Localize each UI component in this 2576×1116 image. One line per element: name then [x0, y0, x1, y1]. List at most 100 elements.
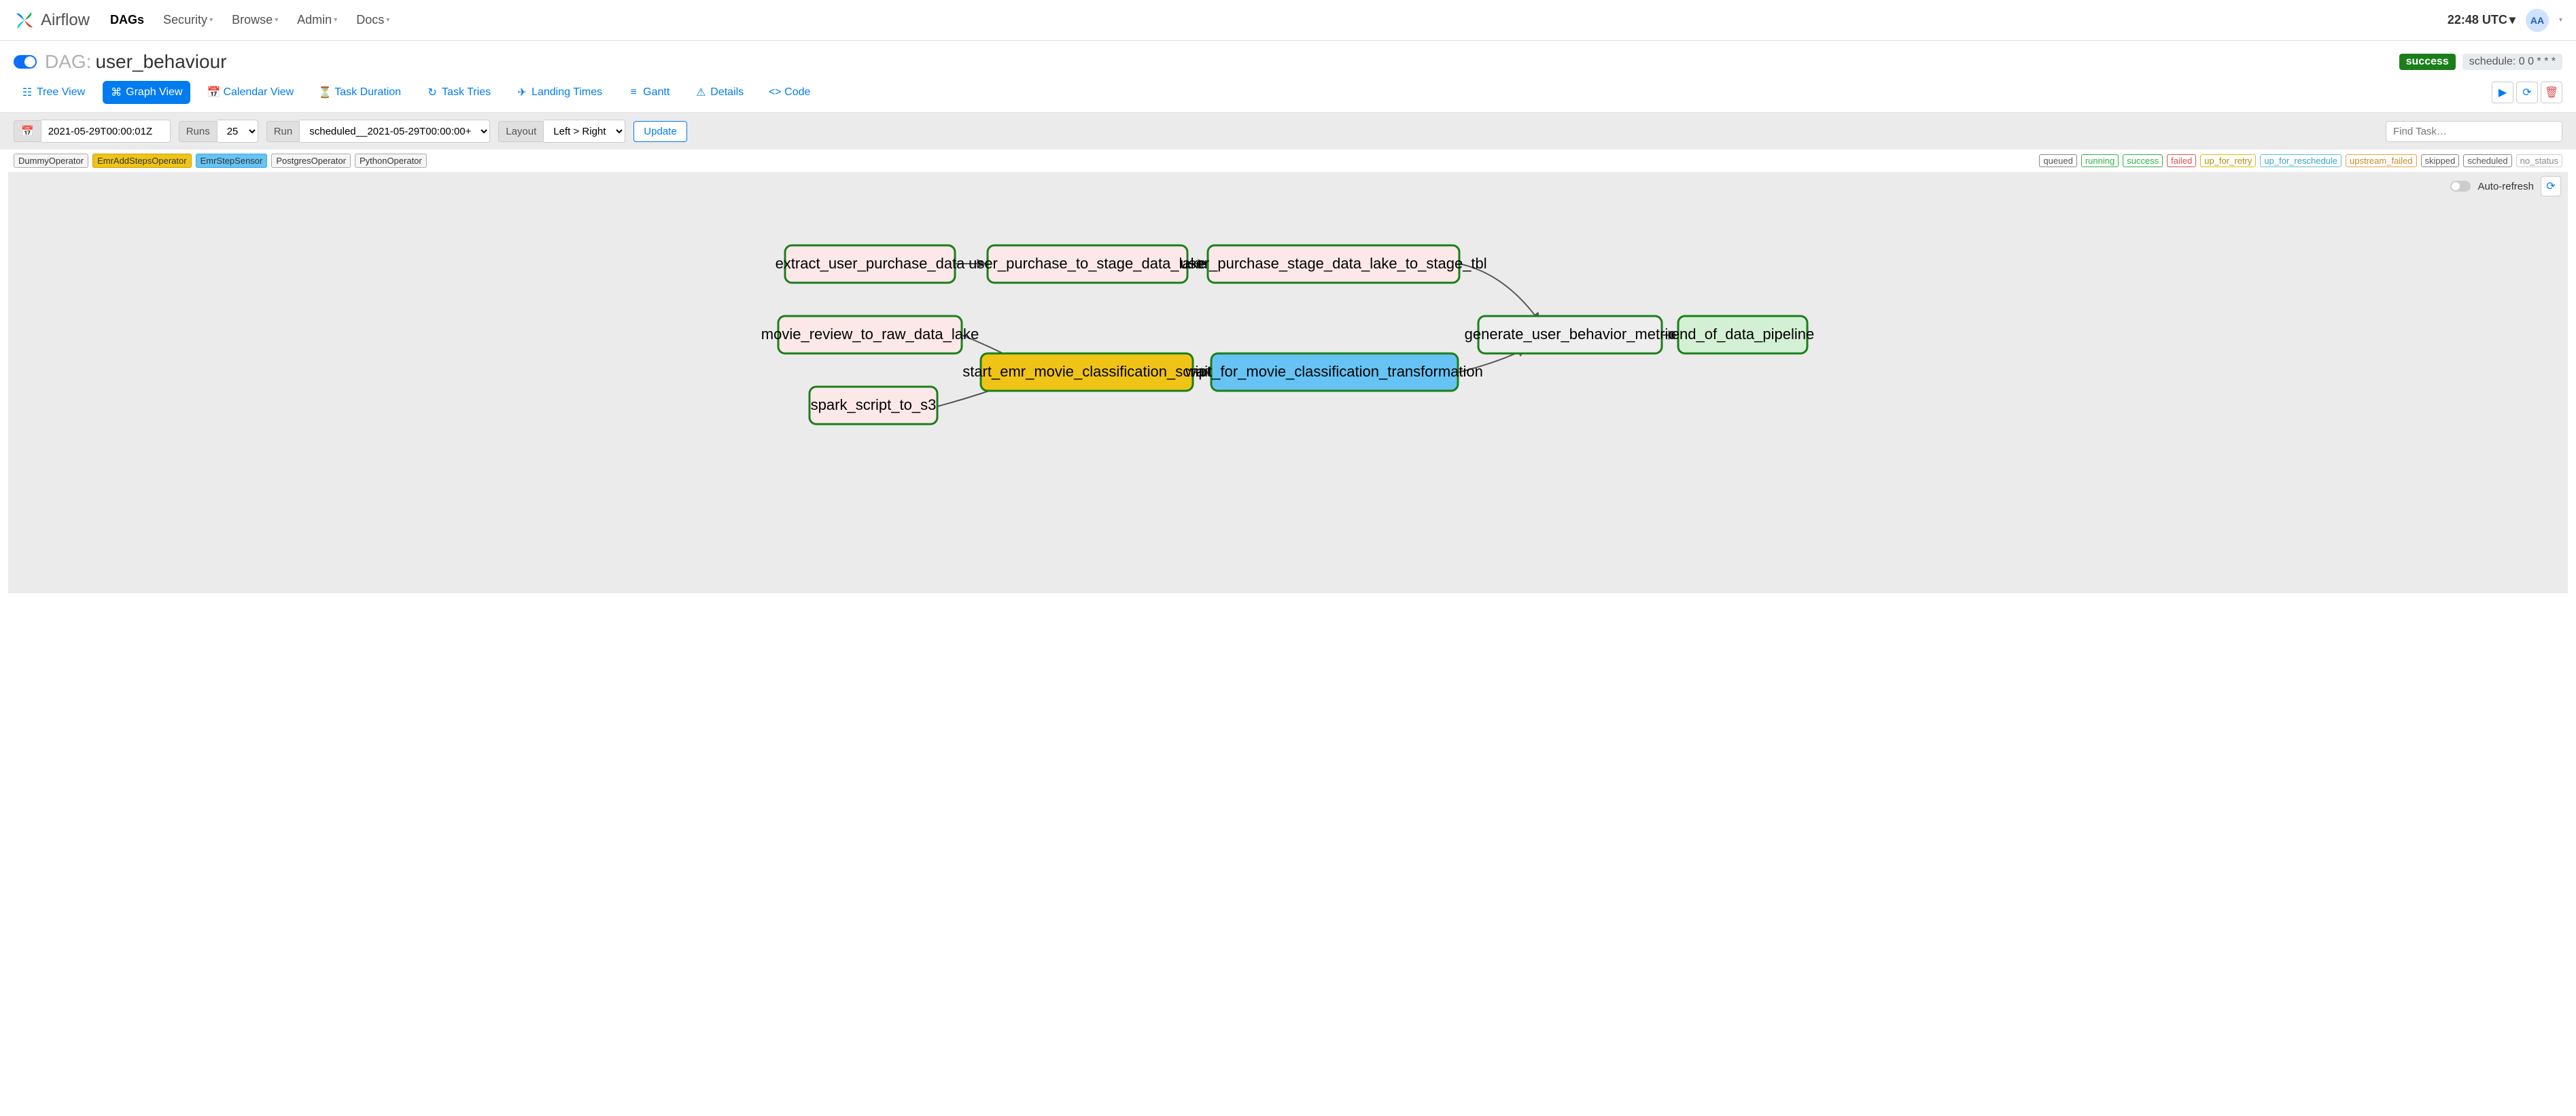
landing-icon: ✈ — [517, 87, 527, 98]
layout-group: Layout Left > Right — [498, 120, 625, 143]
tab-task-tries[interactable]: ↻Task Tries — [419, 81, 499, 104]
st-upfail[interactable]: upstream_failed — [2346, 154, 2417, 167]
st-skipped[interactable]: skipped — [2421, 154, 2460, 167]
gantt-icon: ≡ — [628, 87, 639, 98]
st-nostatus[interactable]: no_status — [2516, 154, 2562, 167]
refresh-button[interactable]: ⟳ — [2516, 82, 2538, 103]
svg-text:movie_review_to_raw_data_lake: movie_review_to_raw_data_lake — [761, 326, 979, 343]
st-running[interactable]: running — [2081, 154, 2119, 167]
nav-browse[interactable]: Browse▾ — [232, 13, 278, 27]
chevron-down-icon: ▾ — [2509, 13, 2516, 27]
run-label: Run — [266, 121, 300, 142]
dag-label: DAG: — [45, 51, 91, 73]
chevron-down-icon[interactable]: ▾ — [2559, 16, 2562, 24]
nav-admin[interactable]: Admin▾ — [297, 13, 337, 27]
dag-header: DAG: user_behaviour success schedule: 0 … — [0, 41, 2576, 73]
nav-security[interactable]: Security▾ — [163, 13, 213, 27]
tab-tree-view[interactable]: ☷Tree View — [14, 81, 93, 104]
tab-calendar-view[interactable]: 📅Calendar View — [200, 81, 302, 104]
nav-docs[interactable]: Docs▾ — [356, 13, 389, 27]
graph-canvas[interactable]: Auto-refresh ⟳ extract_user_purchase_dat… — [8, 172, 2568, 593]
chevron-down-icon: ▾ — [209, 16, 213, 24]
op-python[interactable]: PythonOperator — [355, 154, 427, 168]
task-generate-user-behavior-metric[interactable]: generate_user_behavior_metric — [1465, 316, 1676, 353]
trigger-dag-button[interactable]: ▶ — [2492, 82, 2513, 103]
refresh-icon: ⟳ — [2522, 86, 2531, 99]
status-legend: queued running success failed up_for_ret… — [2039, 154, 2562, 167]
delete-button[interactable]: 🗑 — [2541, 82, 2562, 103]
task-user-purchase-to-stage-data-lake[interactable]: user_purchase_to_stage_data_lake — [969, 245, 1206, 283]
task-end-of-data-pipeline[interactable]: end_of_data_pipeline — [1671, 316, 1814, 353]
svg-text:user_purchase_stage_data_lake_: user_purchase_stage_data_lake_to_stage_t… — [1180, 255, 1486, 272]
runs-group: Runs 25 — [179, 120, 258, 143]
layout-select[interactable]: Left > Right — [544, 120, 625, 143]
calendar-icon[interactable]: 📅 — [14, 120, 41, 142]
schedule-badge[interactable]: schedule: 0 0 * * * — [2462, 54, 2562, 70]
op-emrstepsensor[interactable]: EmrStepSensor — [196, 154, 268, 168]
st-failed[interactable]: failed — [2167, 154, 2196, 167]
brand[interactable]: Airflow — [14, 10, 90, 31]
controls-bar: 📅 Runs 25 Run scheduled__2021-05-29T00:0… — [0, 113, 2576, 150]
tab-code[interactable]: <>Code — [761, 81, 818, 104]
view-tabs: ☷Tree View ⌘Graph View 📅Calendar View ⏳T… — [0, 73, 2576, 113]
base-date-input[interactable] — [41, 120, 171, 143]
svg-text:wait_for_movie_classification_: wait_for_movie_classification_transforma… — [1185, 363, 1483, 380]
hourglass-icon: ⏳ — [319, 87, 330, 98]
refresh-icon: ⟳ — [2546, 179, 2555, 193]
brand-text: Airflow — [41, 11, 90, 30]
edge-n3-n8 — [1459, 264, 1539, 321]
status-badge[interactable]: success — [2399, 54, 2456, 70]
clock[interactable]: 22:48 UTC▾ — [2448, 13, 2516, 27]
task-extract-user-purchase-data[interactable]: extract_user_purchase_data — [776, 245, 966, 283]
tab-landing-times[interactable]: ✈Landing Times — [508, 81, 610, 104]
svg-text:extract_user_purchase_data: extract_user_purchase_data — [776, 255, 966, 272]
runs-select[interactable]: 25 — [217, 120, 258, 143]
task-movie-review-to-raw-data-lake[interactable]: movie_review_to_raw_data_lake — [761, 316, 979, 353]
runs-label: Runs — [179, 121, 217, 142]
task-wait-for-movie-classification-transformation[interactable]: wait_for_movie_classification_transforma… — [1185, 353, 1483, 391]
play-icon: ▶ — [2499, 86, 2507, 99]
base-date-group: 📅 — [14, 120, 171, 143]
svg-text:start_emr_movie_classification: start_emr_movie_classification_script — [962, 363, 1211, 380]
tab-task-duration[interactable]: ⏳Task Duration — [311, 81, 409, 104]
dag-enabled-toggle[interactable] — [14, 55, 37, 69]
op-dummy[interactable]: DummyOperator — [14, 154, 88, 168]
chevron-down-icon: ▾ — [334, 16, 337, 24]
graph-refresh-button[interactable]: ⟳ — [2541, 176, 2561, 196]
find-task-input[interactable] — [2386, 121, 2562, 142]
nav-right: 22:48 UTC▾ AA ▾ — [2448, 9, 2562, 32]
task-user-purchase-stage-data-lake-to-stage-tbl[interactable]: user_purchase_stage_data_lake_to_stage_t… — [1180, 245, 1486, 283]
svg-text:spark_script_to_s3: spark_script_to_s3 — [811, 396, 937, 413]
st-sched[interactable]: scheduled — [2463, 154, 2511, 167]
run-group: Run scheduled__2021-05-29T00:00:00+00:00 — [266, 120, 491, 143]
layout-label: Layout — [498, 121, 544, 142]
st-success[interactable]: success — [2123, 154, 2163, 167]
nav-dags[interactable]: DAGs — [110, 13, 144, 27]
nav-links: DAGs Security▾ Browse▾ Admin▾ Docs▾ — [110, 13, 2448, 27]
auto-refresh-toggle[interactable] — [2450, 181, 2471, 192]
tab-graph-view[interactable]: ⌘Graph View — [103, 81, 190, 104]
update-button[interactable]: Update — [633, 121, 686, 142]
st-resched[interactable]: up_for_reschedule — [2260, 154, 2342, 167]
calendar-icon: 📅 — [208, 87, 219, 98]
task-spark-script-to-s3[interactable]: spark_script_to_s3 — [810, 387, 937, 424]
svg-text:user_purchase_to_stage_data_la: user_purchase_to_stage_data_lake — [969, 255, 1206, 272]
run-select[interactable]: scheduled__2021-05-29T00:00:00+00:00 — [300, 120, 490, 143]
op-emraddsteps[interactable]: EmrAddStepsOperator — [92, 154, 192, 168]
tab-details[interactable]: ⚠Details — [687, 81, 752, 104]
chevron-down-icon: ▾ — [275, 16, 278, 24]
op-postgres[interactable]: PostgresOperator — [271, 154, 351, 168]
graph-toolbar: Auto-refresh ⟳ — [2450, 176, 2561, 196]
operator-legend: DummyOperator EmrAddStepsOperator EmrSte… — [14, 154, 427, 168]
tab-gantt[interactable]: ≡Gantt — [620, 81, 678, 104]
st-queued[interactable]: queued — [2039, 154, 2076, 167]
retry-icon: ↻ — [427, 87, 438, 98]
code-icon: <> — [769, 87, 780, 98]
task-start-emr-movie-classification-script[interactable]: start_emr_movie_classification_script — [962, 353, 1211, 391]
svg-text:generate_user_behavior_metric: generate_user_behavior_metric — [1465, 326, 1676, 343]
auto-refresh-label: Auto-refresh — [2477, 181, 2534, 192]
navbar: Airflow DAGs Security▾ Browse▾ Admin▾ Do… — [0, 0, 2576, 41]
st-retry[interactable]: up_for_retry — [2200, 154, 2256, 167]
legend-row: DummyOperator EmrAddStepsOperator EmrSte… — [0, 150, 2576, 172]
avatar[interactable]: AA — [2526, 9, 2549, 32]
